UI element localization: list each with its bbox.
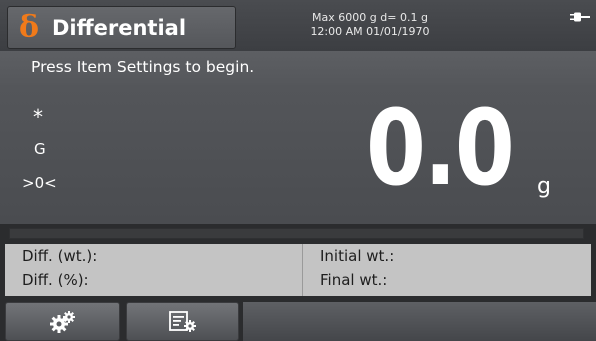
softkey-empty-area [243, 302, 596, 341]
datetime-text: 12:00 AM 01/01/1970 [310, 25, 430, 38]
readout-divider [302, 244, 303, 296]
readout-panel: Diff. (wt.): Diff. (%): Initial wt.: Fin… [5, 244, 591, 296]
weight-reading: 0.0 [366, 87, 515, 209]
initial-wt-label: Initial wt.: [320, 247, 395, 265]
weight-unit: g [537, 174, 551, 199]
prompt-row: Press Item Settings to begin. [0, 51, 596, 85]
final-wt-label: Final wt.: [320, 271, 388, 289]
scale-info: Max 6000 g d= 0.1 g 12:00 AM 01/01/1970 [270, 11, 470, 39]
gross-indicator: G [34, 140, 46, 158]
weighing-display: * G >0< 0.0 g [0, 85, 596, 224]
capacity-bar [9, 228, 584, 239]
settings-button[interactable] [5, 302, 120, 341]
diff-wt-label: Diff. (wt.): [22, 247, 98, 265]
gears-icon [49, 310, 75, 333]
ac-plug-icon [570, 12, 590, 22]
app-title: Differential [52, 15, 187, 40]
header-bar: δ Differential Max 6000 g d= 0.1 g 12:00… [0, 0, 596, 51]
stable-indicator: * [33, 105, 43, 129]
delta-sigma-icon: δ [18, 9, 39, 45]
center-zero-indicator: >0< [22, 174, 57, 192]
diff-pct-label: Diff. (%): [22, 271, 89, 289]
item-settings-icon [168, 310, 196, 332]
application-tab[interactable]: δ Differential [7, 6, 236, 49]
prompt-text: Press Item Settings to begin. [31, 58, 255, 76]
capacity-text: Max 6000 g d= 0.1 g [312, 11, 428, 24]
item-settings-button[interactable] [126, 302, 239, 341]
